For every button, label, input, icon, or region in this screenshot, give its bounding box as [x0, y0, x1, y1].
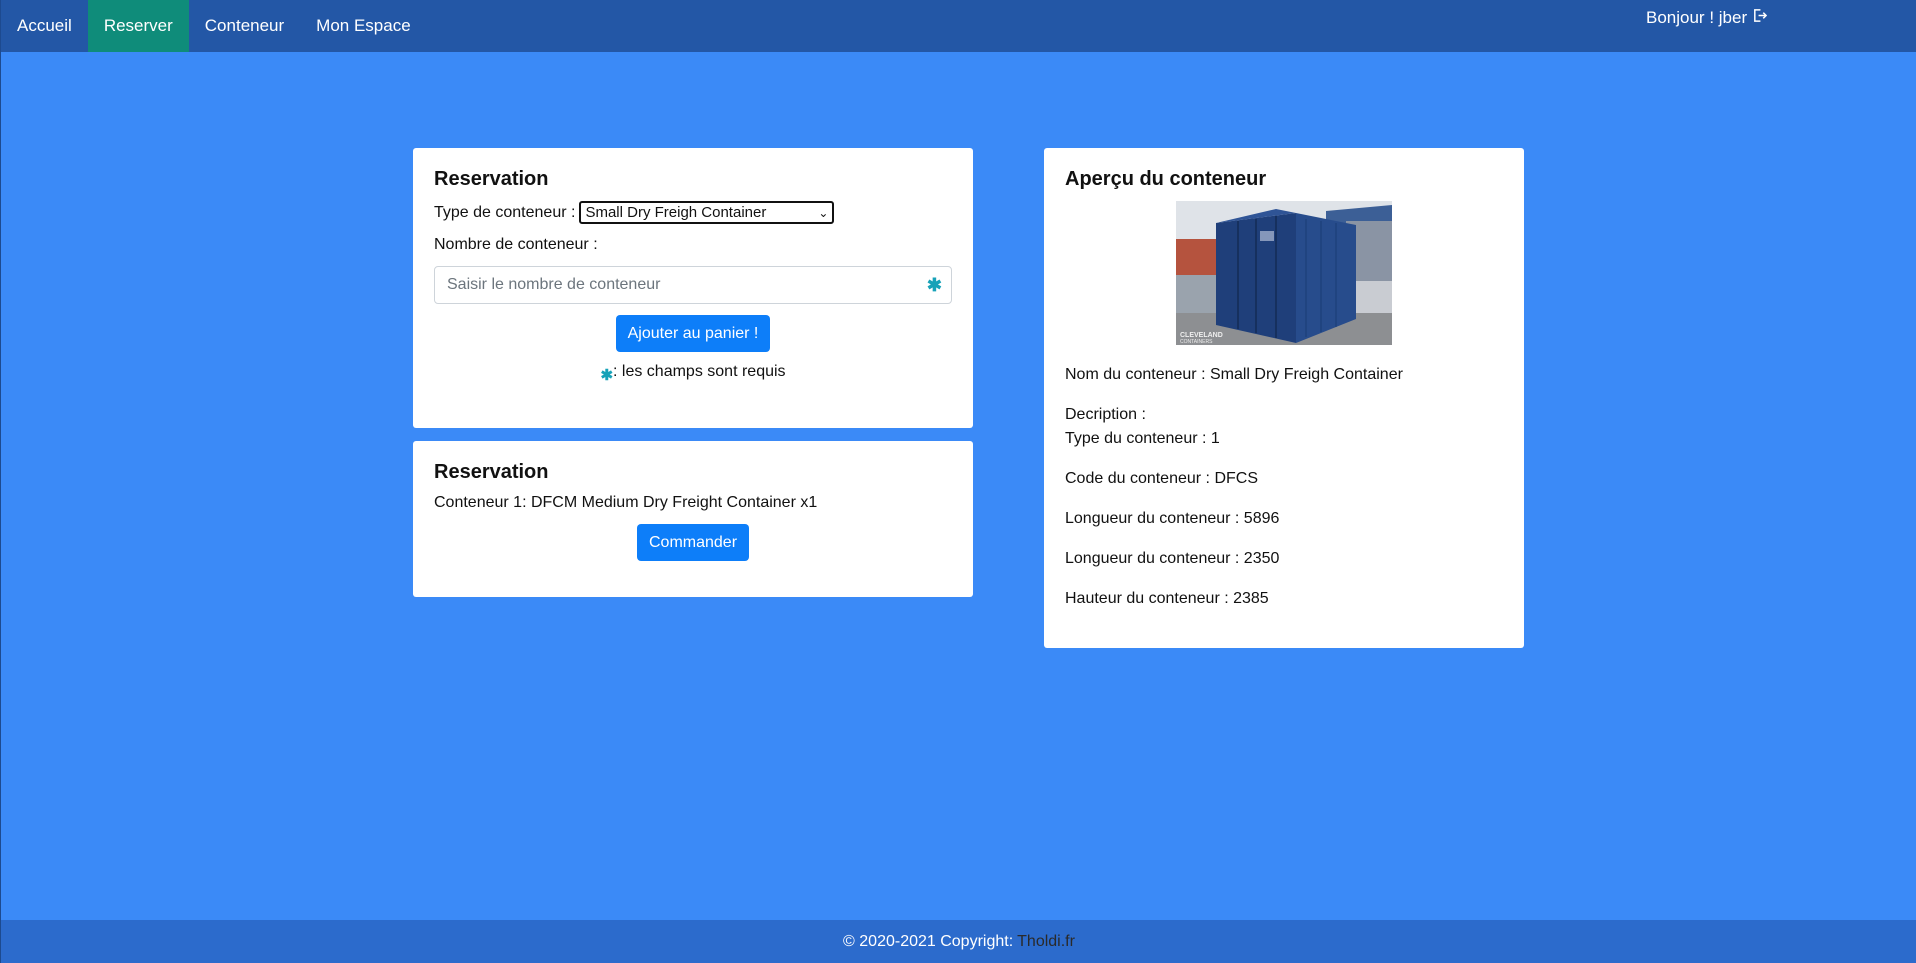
cart-title: Reservation: [434, 461, 549, 483]
preview-code: Code du conteneur : DFCS: [1065, 470, 1258, 487]
svg-text:CONTAINERS: CONTAINERS: [1180, 339, 1213, 345]
nav-item-mon-espace[interactable]: Mon Espace: [300, 0, 427, 52]
preview-description: Decription :: [1065, 406, 1146, 423]
nav-item-reserver[interactable]: Reserver: [87, 0, 189, 52]
container-preview-card: Aperçu du conteneur CLEVELAND CONTAINERS…: [1044, 148, 1524, 648]
preview-width: Longueur du conteneur : 2350: [1065, 550, 1280, 567]
container-type-row: Type de conteneur : Small Dry Freigh Con…: [434, 201, 952, 224]
preview-name: Nom du conteneur : Small Dry Freigh Cont…: [1065, 366, 1403, 383]
reservation-form-title: Reservation: [434, 168, 549, 190]
page-footer: © 2020-2021 Copyright: Tholdi.fr: [1, 920, 1916, 963]
container-photo: CLEVELAND CONTAINERS: [1176, 201, 1392, 345]
container-count-input[interactable]: [435, 267, 951, 303]
user-greeting: Bonjour ! jber: [1646, 8, 1748, 27]
container-count-field: ✱: [434, 266, 952, 304]
nav-item-accueil[interactable]: Accueil: [1, 0, 88, 52]
add-button-wrap: Ajouter au panier !: [434, 315, 952, 352]
container-type-selected: Small Dry Freigh Container: [585, 203, 767, 221]
required-asterisk-icon: ✱: [926, 275, 942, 295]
container-count-label: Nombre de conteneur :: [434, 236, 598, 253]
top-navbar: Accueil Reserver Conteneur Mon Espace Bo…: [1, 0, 1916, 52]
footer-link[interactable]: Tholdi.fr: [1017, 933, 1075, 951]
preview-type: Type du conteneur : 1: [1065, 430, 1220, 447]
add-to-cart-button[interactable]: Ajouter au panier !: [615, 315, 771, 352]
required-note-text: : les champs sont requis: [613, 363, 786, 380]
container-type-label: Type de conteneur :: [434, 203, 576, 221]
user-logout-link[interactable]: Bonjour ! jber: [1646, 0, 1768, 36]
required-note: ✱ : les champs sont requis: [434, 363, 952, 384]
footer-copyright: © 2020-2021 Copyright:: [843, 932, 1014, 950]
nav-item-conteneur[interactable]: Conteneur: [189, 0, 300, 52]
reservation-form-card: Reservation Type de conteneur : Small Dr…: [413, 148, 973, 428]
preview-title: Aperçu du conteneur: [1065, 168, 1267, 190]
preview-length: Longueur du conteneur : 5896: [1065, 510, 1280, 527]
preview-height: Hauteur du conteneur : 2385: [1065, 590, 1269, 607]
container-type-select[interactable]: Small Dry Freigh Container ⌄: [579, 201, 835, 224]
order-button-wrap: Commander: [434, 524, 952, 561]
logout-icon: [1752, 8, 1768, 28]
cart-item: Conteneur 1: DFCM Medium Dry Freight Con…: [434, 494, 818, 511]
order-button[interactable]: Commander: [636, 524, 750, 561]
required-asterisk-icon: ✱: [600, 367, 614, 384]
cart-card: Reservation Conteneur 1: DFCM Medium Dry…: [413, 441, 973, 597]
photo-watermark: CLEVELAND: [1180, 332, 1223, 339]
chevron-down-icon: ⌄: [818, 205, 829, 220]
